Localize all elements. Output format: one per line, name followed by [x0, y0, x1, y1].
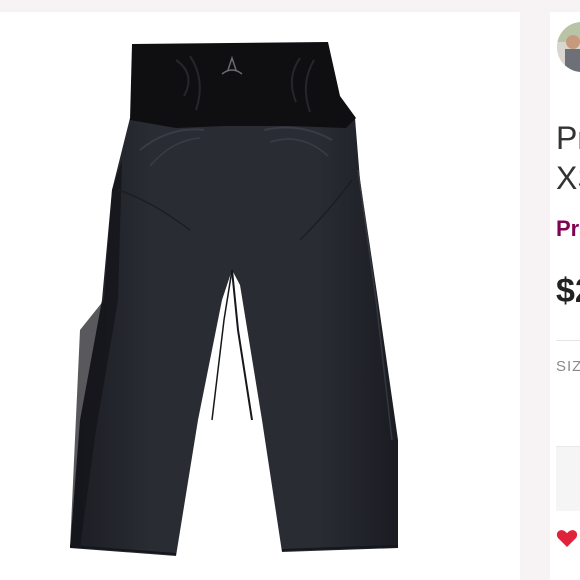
- listing-title: Pr XS: [556, 118, 580, 198]
- divider-line: [556, 340, 580, 341]
- top-bar: [0, 0, 580, 12]
- size-selector[interactable]: [556, 446, 580, 511]
- heart-icon[interactable]: [555, 526, 579, 550]
- pants-image: [69, 42, 399, 556]
- size-label: SIZ: [556, 358, 580, 375]
- listing-title-line-1: Pr: [556, 120, 580, 156]
- listing-title-line-2: XS: [556, 160, 580, 196]
- listing-price: $2: [556, 272, 580, 310]
- brand-link[interactable]: Pra: [556, 216, 580, 242]
- product-photo[interactable]: [0, 12, 520, 580]
- panel-divider: [520, 12, 550, 580]
